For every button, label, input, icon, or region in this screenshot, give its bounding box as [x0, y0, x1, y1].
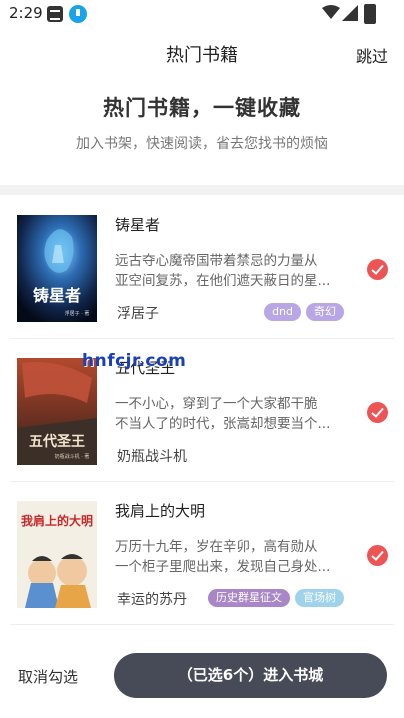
book-description: 万历十九年，岁在辛卯，高有勋从 一个柜子里爬出来，发现自己身处... [115, 537, 347, 577]
tag-list: 历史群星征文 官场树 [208, 589, 344, 607]
book-description: 远古夺心魔帝国带着禁忌的力量从 亚空间复苏，在他们遮天蔽日的星... [115, 251, 347, 291]
watermark: hnfcjr.com [82, 351, 187, 371]
selected-check-icon[interactable] [367, 259, 388, 280]
page-title: 热门书籍 [166, 45, 238, 66]
book-description-line: 不当人了的时代，张嵩却想要当个... [115, 416, 331, 432]
signal-icon [342, 5, 358, 21]
enter-bookstore-button[interactable]: （已选6个）进入书城 [114, 653, 387, 698]
book-description-line: 远古夺心魔帝国带着禁忌的力量从 [115, 253, 318, 269]
book-description-line: 一不小心，穿到了一个大家都干脆 [115, 396, 318, 412]
cover-author: 奶瓶战斗机 · 著 [55, 453, 90, 460]
genre-tag: 奇幻 [306, 303, 344, 321]
hero-title: 热门书籍，一键收藏 [103, 96, 301, 120]
row-divider [10, 624, 394, 625]
status-bar: 2:29 [0, 0, 404, 28]
book-title: 铸星者 [115, 216, 161, 234]
status-time: 2:29 [9, 4, 43, 22]
book-cover: 铸星者 浮居子 · 著 [17, 215, 97, 322]
book-author: 奶瓶战斗机 [117, 449, 187, 465]
book-item[interactable]: 我肩上的大明 我肩上的大明 万历十九年，岁在辛卯，高有勋从 一个柜子里爬出来，发… [0, 482, 404, 625]
skip-button[interactable]: 跳过 [356, 43, 388, 67]
book-title: 我肩上的大明 [115, 502, 206, 520]
app-notification-icon [47, 6, 63, 22]
cover-title: 我肩上的大明 [21, 513, 93, 528]
book-cover: 我肩上的大明 [17, 501, 97, 608]
book-item[interactable]: 五代圣王 奶瓶战斗机 · 著 五代圣王 一不小心，穿到了一个大家都干脆 不当人了… [0, 339, 404, 482]
download-icon [69, 5, 87, 23]
book-description-line: 亚空间复苏，在他们遮天蔽日的星... [115, 273, 331, 289]
genre-tag: 历史群星征文 [208, 589, 290, 607]
genre-tag: 官场树 [295, 589, 344, 607]
book-item[interactable]: 铸星者 浮居子 · 著 铸星者 远古夺心魔帝国带着禁忌的力量从 亚空间复苏，在他… [0, 196, 404, 339]
battery-icon [364, 4, 376, 24]
cover-author: 浮居子 · 著 [65, 310, 90, 317]
book-description-line: 万历十九年，岁在辛卯，高有勋从 [115, 539, 318, 555]
section-divider [0, 185, 404, 195]
book-description-line: 一个柜子里爬出来，发现自己身处... [115, 559, 331, 575]
cover-title: 铸星者 [33, 286, 81, 305]
wifi-icon [322, 5, 340, 19]
book-description: 一不小心，穿到了一个大家都干脆 不当人了的时代，张嵩却想要当个... [115, 394, 347, 434]
book-author: 浮居子 [117, 306, 159, 322]
genre-tag: dnd [264, 303, 301, 321]
tag-list: dnd 奇幻 [264, 303, 344, 321]
hero-subtitle: 加入书架，快速阅读，省去您找书的烦恼 [76, 136, 328, 152]
book-author: 幸运的苏丹 [117, 592, 187, 608]
cover-title: 五代圣王 [29, 433, 85, 450]
book-cover: 五代圣王 奶瓶战斗机 · 著 [17, 358, 97, 465]
selected-check-icon[interactable] [367, 402, 388, 423]
selected-check-icon[interactable] [367, 545, 388, 566]
cancel-selection-button[interactable]: 取消勾选 [18, 666, 78, 687]
